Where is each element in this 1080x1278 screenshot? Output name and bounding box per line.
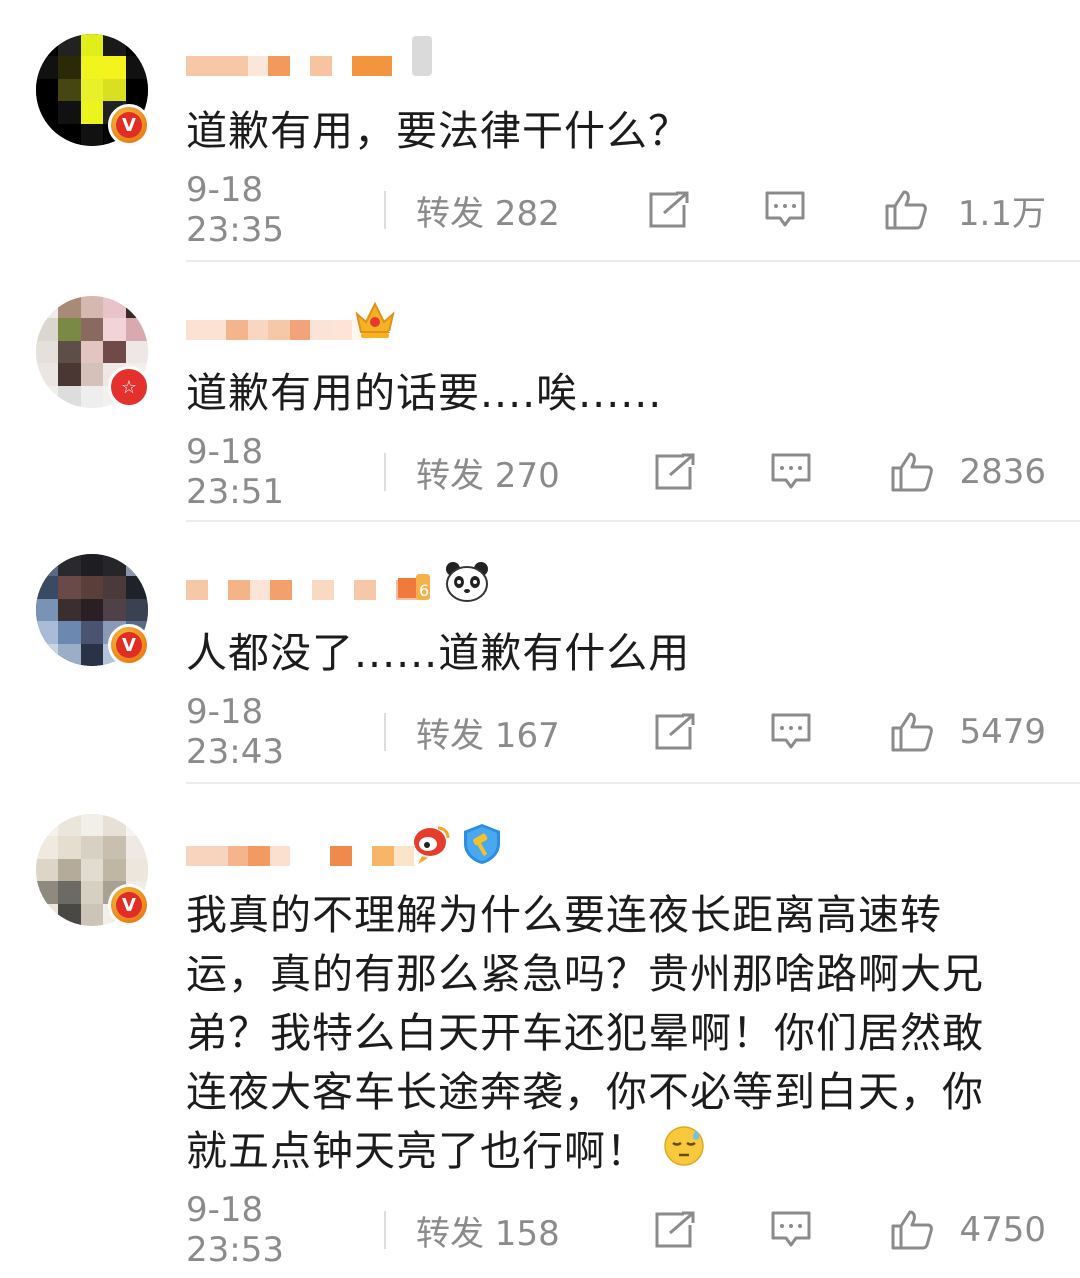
forward-count[interactable]: 转发 282 <box>416 186 636 235</box>
like-count: 1.1万 <box>957 193 1046 234</box>
username-redacted[interactable] <box>186 556 418 600</box>
comment-text-line: 弟？我特么白天开车还犯晕啊！你们居然敢 <box>186 1009 984 1057</box>
verified-v-icon: V <box>108 624 150 666</box>
svg-text:6: 6 <box>419 581 429 600</box>
comment-text-line: 我真的不理解为什么要连夜长距离高速转 <box>186 891 942 939</box>
comment-text: 我真的不理解为什么要连夜长距离高速转 运，真的有那么紧急吗？贵州那啥路啊大兄 弟… <box>186 886 1056 1184</box>
comment-meta: 9-18 23:35 转发 282 1.1万 <box>186 170 1046 250</box>
timestamp: 9-18 23:43 <box>186 692 284 772</box>
comment-icon[interactable] <box>770 452 812 492</box>
share-icon[interactable] <box>654 1211 696 1249</box>
verified-v-icon: V <box>108 884 150 926</box>
timestamp: 9-18 23:53 <box>186 1190 284 1270</box>
like-count: 5479 <box>959 712 1046 752</box>
comment-icon[interactable] <box>764 190 806 230</box>
username-redacted[interactable] <box>186 296 372 340</box>
panda-icon <box>444 560 490 604</box>
like-count: 4750 <box>959 1210 1046 1250</box>
username-redacted[interactable] <box>186 32 432 76</box>
comment-divider <box>186 782 1080 784</box>
verified-v-icon: V <box>108 104 150 146</box>
comment-text: 道歉有用，要法律干什么？ <box>186 107 690 155</box>
comment-divider <box>186 520 1080 522</box>
share-icon[interactable] <box>648 191 690 229</box>
divider <box>384 713 386 751</box>
share-icon[interactable] <box>654 713 696 751</box>
level-6-badge-icon: 6 <box>396 572 432 602</box>
divider <box>384 191 386 229</box>
share-icon[interactable] <box>654 453 696 491</box>
crown-level-icon: 7 <box>352 298 398 342</box>
svg-text:7: 7 <box>388 329 396 342</box>
comment-icon[interactable] <box>770 1210 812 1250</box>
comment-meta: 9-18 23:43 转发 167 5479 <box>186 692 1046 772</box>
divider <box>384 1211 386 1249</box>
forward-count[interactable]: 转发 158 <box>416 1206 636 1255</box>
like-thumb-icon[interactable] <box>884 189 928 231</box>
comment-divider <box>186 260 1080 262</box>
comment-meta: 9-18 23:53 转发 158 4750 <box>186 1190 1046 1270</box>
comment-icon[interactable] <box>770 712 812 752</box>
comment-meta: 9-18 23:51 转发 270 2836 <box>186 432 1046 512</box>
comment-text-line: 就五点钟天亮了也行啊！ <box>186 1127 648 1175</box>
comment-text: 道歉有用的话要....唉...... <box>186 369 663 417</box>
timestamp: 9-18 23:35 <box>186 170 284 250</box>
forward-count[interactable]: 转发 167 <box>416 708 636 757</box>
weibo-icon <box>408 822 452 866</box>
like-count: 2836 <box>959 452 1046 492</box>
username-redacted[interactable] <box>186 822 414 866</box>
gavel-shield-icon <box>460 822 504 866</box>
like-thumb-icon[interactable] <box>890 1209 934 1251</box>
like-thumb-icon[interactable] <box>890 711 934 753</box>
comment-text-line: 运，真的有那么紧急吗？贵州那啥路啊大兄 <box>186 950 984 998</box>
star-badge-icon: ☆ <box>108 366 150 408</box>
comment-text: 人都没了......道歉有什么用 <box>186 629 691 677</box>
comment-text-line: 连夜大客车长途奔袭，你不必等到白天，你 <box>186 1068 984 1116</box>
sweat-face-icon <box>662 1124 706 1184</box>
forward-count[interactable]: 转发 270 <box>416 448 636 497</box>
timestamp: 9-18 23:51 <box>186 432 284 512</box>
like-thumb-icon[interactable] <box>890 451 934 493</box>
divider <box>384 453 386 491</box>
